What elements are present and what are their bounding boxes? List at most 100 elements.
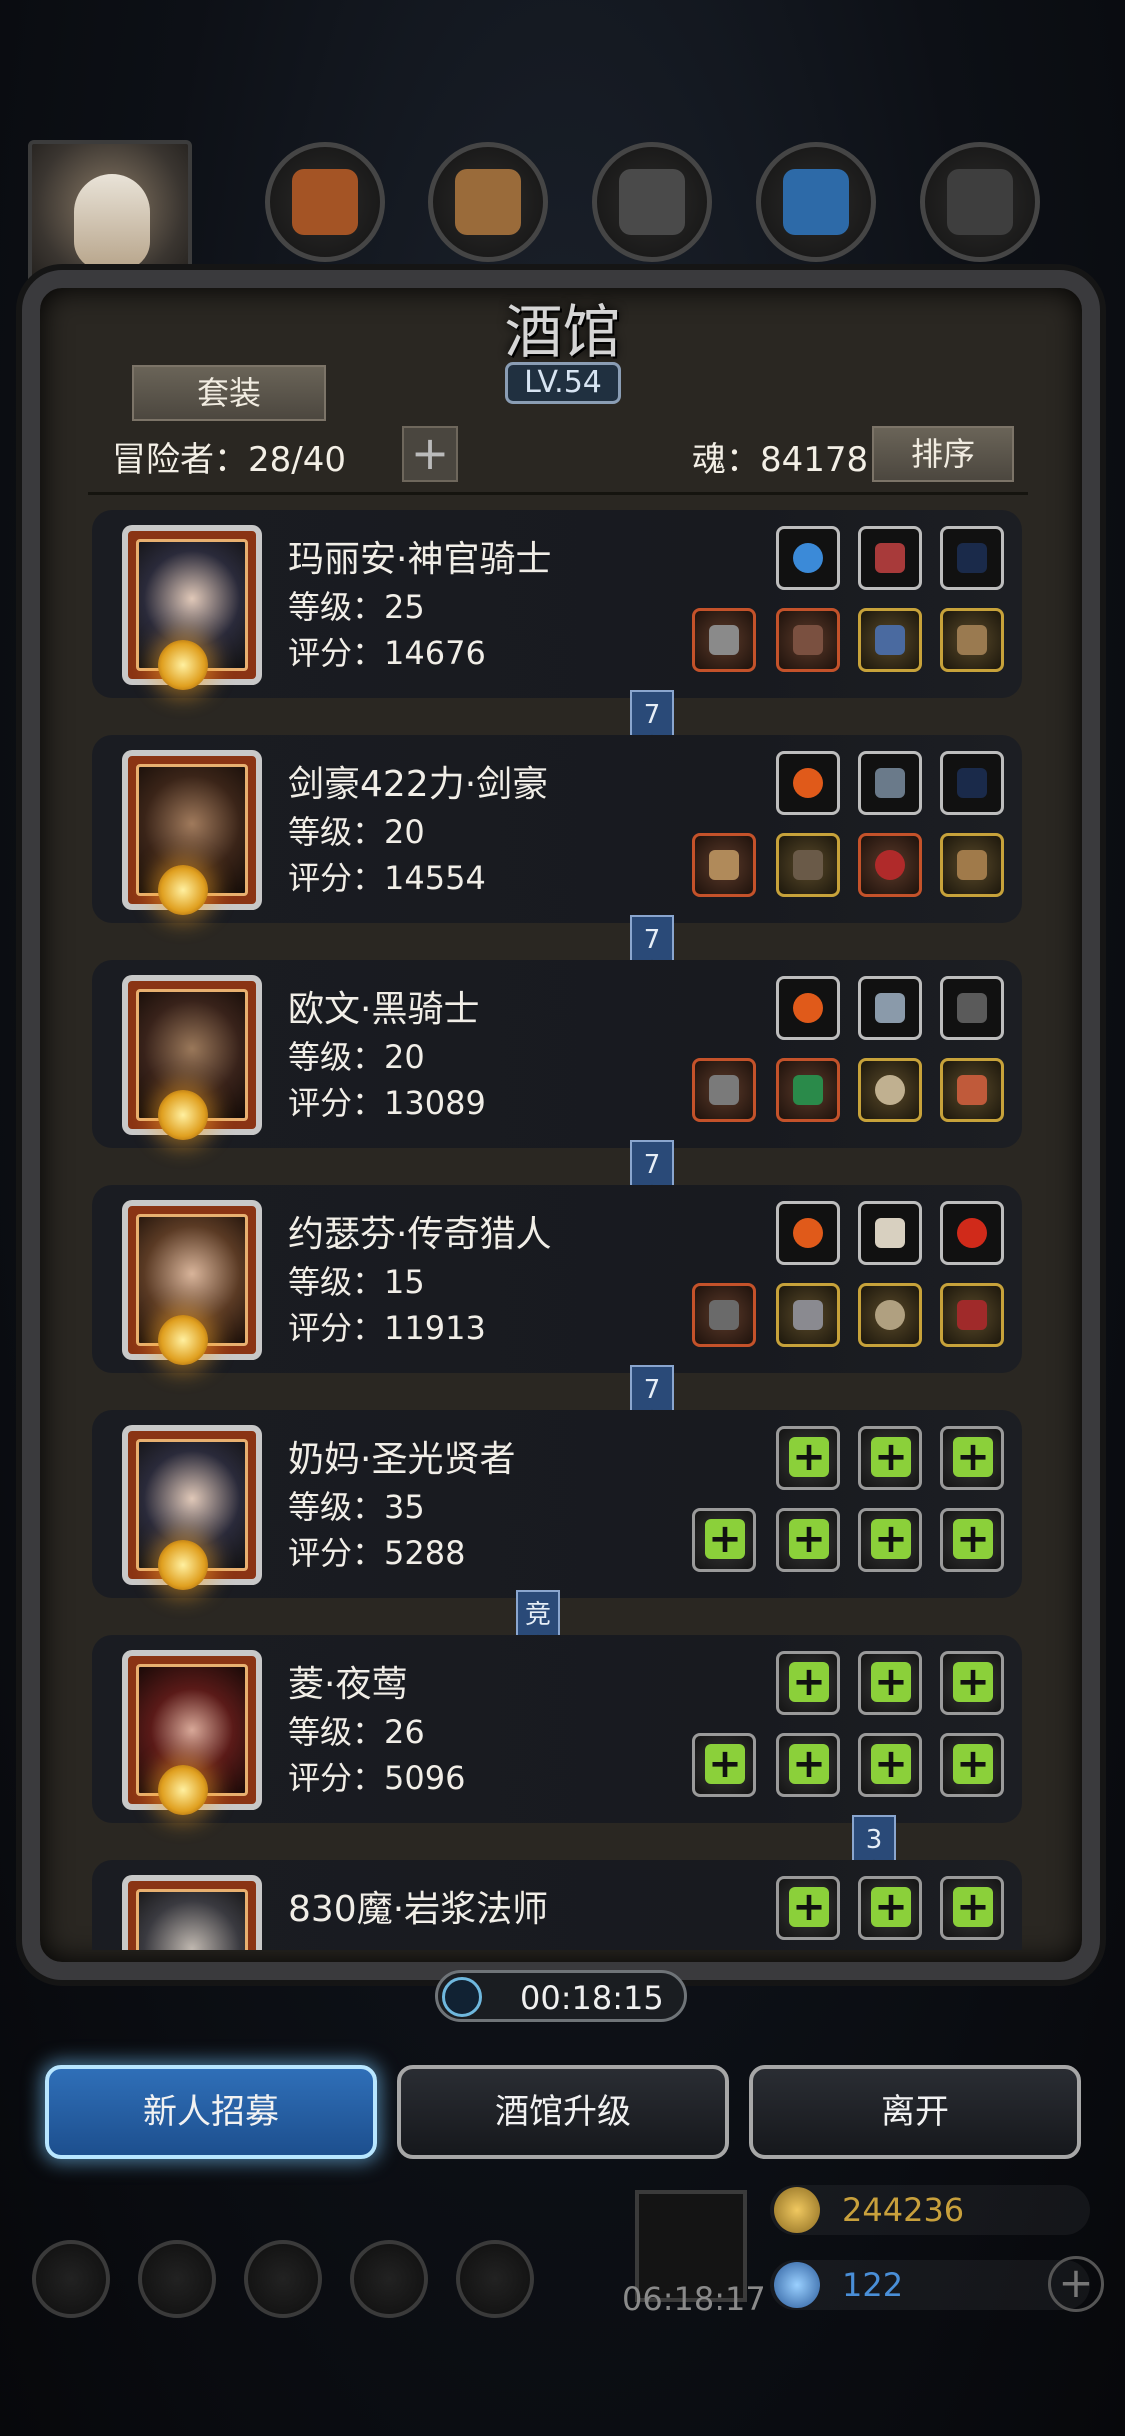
hero-level: 等级：20 [288,1038,425,1076]
add-equipment-button[interactable]: + [858,1651,922,1715]
sword-icon[interactable] [692,1058,756,1122]
add-equipment-button[interactable]: + [940,1426,1004,1490]
expand-capacity-button[interactable]: + [402,426,458,482]
hero-level: 等级：20 [288,813,425,851]
book-icon[interactable] [858,751,922,815]
hero-card[interactable]: 玛丽安·神官骑士 等级：25 评分：14676 [92,510,1022,698]
hero-score: 评分：13089 [288,1084,486,1122]
add-equipment-button[interactable]: + [940,1651,1004,1715]
wood-icon [455,169,521,235]
recruit-button[interactable]: 新人招募 [45,2065,377,2159]
suit-button[interactable]: 套装 [132,365,326,421]
hero-name: 奶妈·圣光贤者 [288,1439,516,1480]
add-equipment-button[interactable]: + [858,1733,922,1797]
add-equipment-button[interactable]: + [940,1733,1004,1797]
ring-icon[interactable] [858,1058,922,1122]
gold-counter: 244236 [770,2185,1090,2235]
star-badge-icon [158,1765,208,1815]
star-badge-icon [158,1315,208,1365]
amulet-icon[interactable] [940,1058,1004,1122]
hero-card[interactable]: 菱·夜莺 等级：26 评分：5096 + + + + + + + [92,1635,1022,1823]
hero-portrait [122,1875,262,1950]
iron-icon [619,169,685,235]
hero-level: 等级：25 [288,588,425,626]
achievement-icon[interactable] [138,2240,216,2318]
rune-icon[interactable] [858,526,922,590]
resource-crystal[interactable]: 27755 [756,142,876,312]
stone-icon [947,169,1013,235]
sort-button[interactable]: 排序 [872,426,1014,482]
gem-value: 122 [842,2266,904,2304]
hero-name: 玛丽安·神官骑士 [288,539,552,580]
gauntlet-icon[interactable] [858,608,922,672]
add-equipment-button[interactable]: + [858,1426,922,1490]
hero-list[interactable]: 玛丽安·神官骑士 等级：25 评分：14676 7 剑豪422力·剑豪 等级：2… [88,505,1028,1950]
hero-score: 评分：11913 [288,1309,486,1347]
settings-icon[interactable] [32,2240,110,2318]
leave-button[interactable]: 离开 [749,2065,1081,2159]
star-badge-icon [158,640,208,690]
hero-name: 菱·夜莺 [288,1664,408,1705]
clock-icon [442,1977,482,2017]
guild-icon[interactable] [244,2240,322,2318]
meat-icon [292,169,358,235]
crossbow-icon[interactable] [940,976,1004,1040]
resource-wood[interactable]: 33653 [428,142,548,312]
hero-level: 等级：26 [288,1713,425,1751]
dagger-icon[interactable] [858,976,922,1040]
hero-card[interactable]: 830魔·岩浆法师 + + + [92,1860,1022,1950]
add-equipment-button[interactable]: + [776,1733,840,1797]
hero-card[interactable]: 剑豪422力·剑豪 等级：20 评分：14554 [92,735,1022,923]
fire-icon[interactable] [776,751,840,815]
fire-icon[interactable] [776,976,840,1040]
hero-card[interactable]: 约瑟芬·传奇猎人 等级：15 评分：11913 [92,1185,1022,1373]
mask-icon[interactable] [940,608,1004,672]
add-equipment-button[interactable]: + [776,1508,840,1572]
gem-icon[interactable] [940,1201,1004,1265]
resource-iron[interactable]: 42953 [592,142,712,312]
add-equipment-button[interactable]: + [692,1733,756,1797]
eye-icon[interactable] [858,833,922,897]
gold-value: 244236 [842,2191,965,2229]
armor-icon[interactable] [776,608,840,672]
fire-icon[interactable] [776,1201,840,1265]
hero-level: 等级：35 [288,1488,425,1526]
social-icon[interactable] [456,2240,534,2318]
add-equipment-button[interactable]: + [940,1508,1004,1572]
gem-counter: 122 [770,2260,1090,2310]
ring-icon[interactable] [858,1283,922,1347]
add-equipment-button[interactable]: + [776,1426,840,1490]
hero-card[interactable]: 奶妈·圣光贤者 等级：35 评分：5288 + + + + + + + [92,1410,1022,1598]
hero-name: 约瑟芬·传奇猎人 [288,1214,552,1255]
orb-icon[interactable] [776,526,840,590]
add-equipment-button[interactable]: + [858,1508,922,1572]
helmet-icon[interactable] [940,1283,1004,1347]
divider [88,492,1028,495]
add-equipment-button[interactable]: + [692,1508,756,1572]
armor-icon[interactable] [776,833,840,897]
bow-icon[interactable] [940,526,1004,590]
bow-icon[interactable] [940,751,1004,815]
hero-name: 欧文·黑骑士 [288,989,480,1030]
bracer-icon[interactable] [940,833,1004,897]
sword-icon[interactable] [692,833,756,897]
add-equipment-button[interactable]: + [858,1876,922,1940]
hero-score: 评分：14676 [288,634,486,672]
armor-icon[interactable] [776,1058,840,1122]
resource-stone[interactable]: 204297 [920,142,1042,312]
add-equipment-button[interactable]: + [940,1876,1004,1940]
mace-icon[interactable] [692,608,756,672]
add-currency-button[interactable]: + [1048,2256,1104,2312]
armor-icon[interactable] [776,1283,840,1347]
rifle-icon[interactable] [692,1283,756,1347]
add-equipment-button[interactable]: + [776,1876,840,1940]
add-equipment-button[interactable]: + [776,1651,840,1715]
star-badge-icon [158,1090,208,1140]
skull-icon[interactable] [858,1201,922,1265]
avatar-face [74,174,150,270]
hero-card[interactable]: 欧文·黑骑士 等级：20 评分：13089 [92,960,1022,1148]
upgrade-tavern-button[interactable]: 酒馆升级 [397,2065,729,2159]
mail-icon[interactable] [350,2240,428,2318]
star-badge-icon [158,865,208,915]
resource-meat[interactable]: 24426 [265,142,385,312]
